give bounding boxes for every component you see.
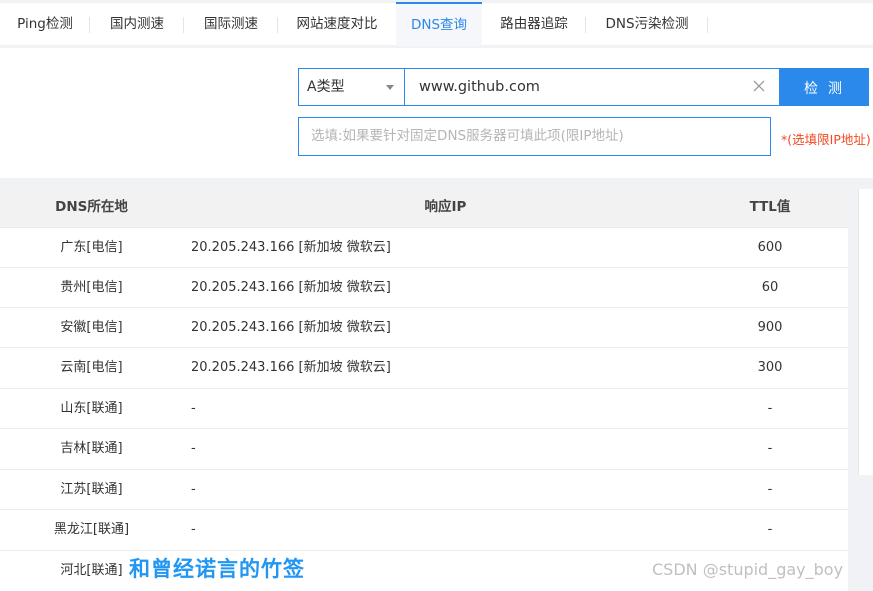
cell-ttl: - (767, 522, 773, 537)
cell-ip: 20.205.243.166 [新加坡 微软云] (191, 280, 391, 295)
tab-ping[interactable]: Ping检测 (0, 3, 90, 45)
record-type-select[interactable]: A类型 (298, 68, 404, 106)
dns-server-input[interactable]: 选填:如果要针对固定DNS服务器可填此项(限IP地址) (298, 117, 771, 156)
search-panel: A类型 www.github.com 检测 选填:如果要针对固定DNS服务器可填… (0, 48, 873, 178)
cell-location: 吉林[联通] (60, 441, 123, 456)
cell-location: 黑龙江[联通] (53, 522, 130, 537)
cell-ttl: 60 (761, 280, 779, 295)
table-row: 山东[联通] - - (0, 388, 848, 429)
cell-ttl: - (767, 441, 773, 456)
check-button[interactable]: 检测 (779, 68, 869, 106)
cell-ip: - (191, 482, 196, 497)
video-caption: 和曾经诺言的竹签 (129, 557, 305, 581)
close-icon[interactable] (752, 79, 766, 93)
side-panel (858, 189, 873, 475)
table-header: DNS所在地 响应IP TTL值 (0, 187, 848, 227)
cell-ip: - (191, 441, 196, 456)
tab-domestic-speed[interactable]: 国内测速 (90, 3, 184, 45)
chevron-down-icon (386, 85, 394, 90)
cell-ip: 20.205.243.166 [新加坡 微软云] (191, 320, 391, 335)
cell-location: 山东[联通] (60, 401, 123, 416)
cell-location: 安徽[电信] (60, 320, 123, 335)
tab-dns-query[interactable]: DNS查询 (396, 2, 482, 46)
tab-traceroute[interactable]: 路由器追踪 (482, 3, 586, 45)
tab-site-speed-compare[interactable]: 网站速度对比 (278, 3, 396, 45)
table-row: 贵州[电信] 20.205.243.166 [新加坡 微软云] 60 (0, 267, 848, 308)
cell-ttl: - (767, 401, 773, 416)
cell-ip: - (191, 522, 196, 537)
table-row: 广东[电信] 20.205.243.166 [新加坡 微软云] 600 (0, 227, 848, 268)
cell-ip: 20.205.243.166 [新加坡 微软云] (191, 240, 391, 255)
cell-location: 云南[电信] (60, 360, 123, 375)
header-ttl: TTL值 (749, 199, 791, 215)
cell-ip: - (191, 401, 196, 416)
cell-location: 广东[电信] (60, 240, 123, 255)
cell-location: 江苏[联通] (60, 482, 123, 497)
dns-hint-text: *(选填限IP地址) (781, 132, 871, 147)
table-row: 吉林[联通] - - (0, 428, 848, 469)
tab-international-speed[interactable]: 国际测速 (184, 3, 278, 45)
tab-bar: Ping检测 国内测速 国际测速 网站速度对比 DNS查询 路由器追踪 DNS污… (0, 0, 873, 46)
header-location: DNS所在地 (55, 199, 128, 215)
table-row: 江苏[联通] - - (0, 469, 848, 510)
cell-ip: 20.205.243.166 [新加坡 微软云] (191, 360, 391, 375)
csdn-watermark: CSDN @stupid_gay_boy (652, 560, 844, 579)
cell-ttl: 300 (757, 360, 783, 375)
cell-ttl: 900 (757, 320, 783, 335)
table-row: 黑龙江[联通] - - (0, 509, 848, 550)
table-row: 云南[电信] 20.205.243.166 [新加坡 微软云] 300 (0, 347, 848, 388)
tab-dns-pollution[interactable]: DNS污染检测 (586, 3, 708, 45)
header-ip: 响应IP (424, 199, 467, 215)
results-table: DNS所在地 响应IP TTL值 广东[电信] 20.205.243.166 [… (0, 187, 848, 591)
cell-ttl: - (767, 482, 773, 497)
cell-ttl: 600 (757, 240, 783, 255)
cell-location: 贵州[电信] (60, 280, 123, 295)
domain-input[interactable]: www.github.com (404, 68, 780, 106)
table-row: 安徽[电信] 20.205.243.166 [新加坡 微软云] 900 (0, 307, 848, 348)
